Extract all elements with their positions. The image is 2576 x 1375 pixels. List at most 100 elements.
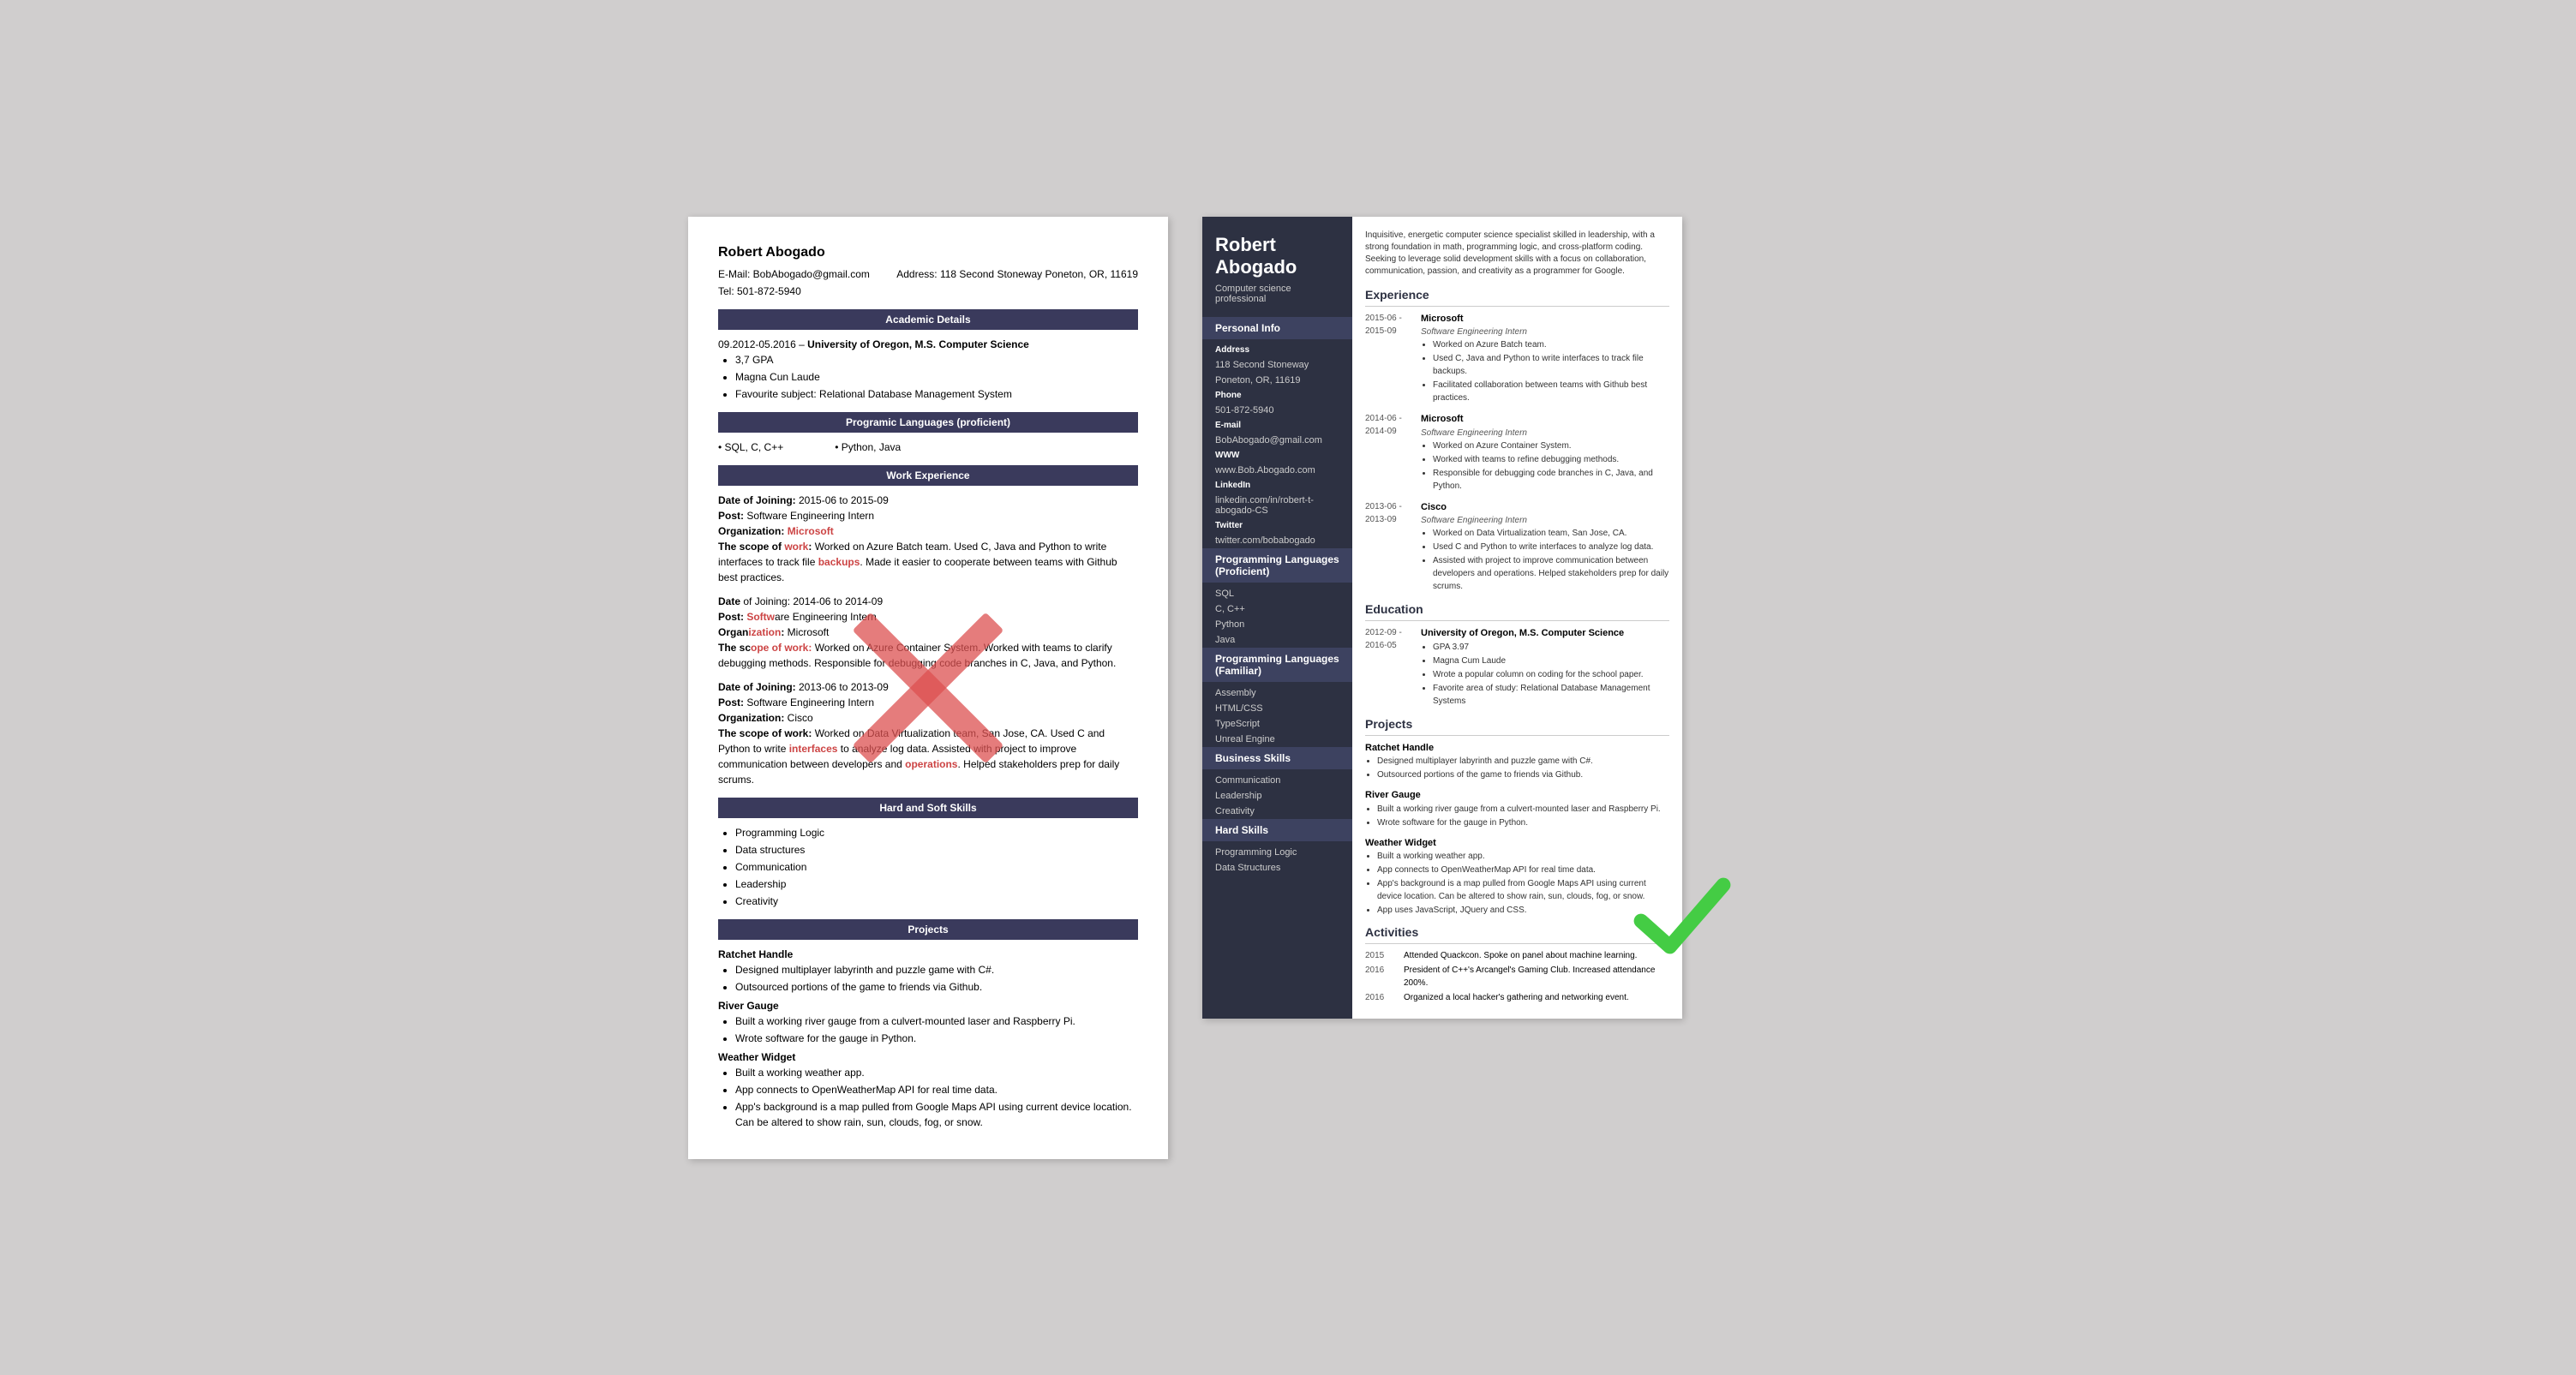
left-work-2-dates: Date of Joining: 2013-06 to 2013-09 xyxy=(718,679,1138,695)
resume-right: Robert Abogado Computer science professi… xyxy=(1202,217,1682,1019)
left-work-0-post: Post: Software Engineering Intern xyxy=(718,508,1138,523)
right-edu-title: Education xyxy=(1365,601,1669,621)
right-exp-1: 2014-06 -2014-09 Microsoft Software Engi… xyxy=(1365,412,1669,493)
right-proj-0: Ratchet Handle Designed multiplayer laby… xyxy=(1365,741,1669,782)
sidebar-prog-fam-3: Unreal Engine xyxy=(1202,732,1352,747)
sidebar-address-label: Address xyxy=(1202,343,1352,357)
left-address: Address: 118 Second Stoneway Poneton, OR… xyxy=(896,266,1138,282)
sidebar-prog-fam-0: Assembly xyxy=(1202,685,1352,701)
right-summary: Inquisitive, energetic computer science … xyxy=(1365,230,1669,278)
left-work-2-org: Organization: Cisco xyxy=(718,710,1138,726)
left-work-2: Date of Joining: 2013-06 to 2013-09 Post… xyxy=(718,679,1138,787)
left-lang-right: • Python, Java xyxy=(835,439,901,455)
right-proj-title: Projects xyxy=(1365,715,1669,736)
right-proj-2: Weather Widget Built a working weather a… xyxy=(1365,836,1669,918)
sidebar-email-val: BobAbogado@gmail.com xyxy=(1202,433,1352,448)
left-academic-dates: 09.2012-05.2016 – University of Oregon, … xyxy=(718,337,1138,352)
left-subject: Favourite subject: Relational Database M… xyxy=(735,386,1138,402)
left-projects-header: Projects xyxy=(718,919,1138,940)
sidebar-prog-fam-1: HTML/CSS xyxy=(1202,701,1352,716)
left-project-0: Ratchet Handle Designed multiplayer laby… xyxy=(718,947,1138,995)
sidebar-phone-val: 501-872-5940 xyxy=(1202,403,1352,418)
right-exp-1-dates: 2014-06 -2014-09 xyxy=(1365,412,1412,493)
left-work-1-post: Post: Software Engineering Intern xyxy=(718,609,1138,625)
right-sidebar: Robert Abogado Computer science professi… xyxy=(1202,217,1352,1019)
left-lang-left: • SQL, C, C++ xyxy=(718,439,783,455)
left-work-1-scope: The scope of work: Worked on Azure Conta… xyxy=(718,640,1138,671)
sidebar-phone-label: Phone xyxy=(1202,388,1352,403)
left-proj-2-title: Weather Widget xyxy=(718,1049,1138,1065)
right-exp-1-body: Microsoft Software Engineering Intern Wo… xyxy=(1421,412,1669,493)
sidebar-address-val: 118 Second Stoneway xyxy=(1202,357,1352,373)
sidebar-linkedin-label: LinkedIn xyxy=(1202,478,1352,493)
left-work-0: Date of Joining: 2015-06 to 2015-09 Post… xyxy=(718,493,1138,585)
left-skill-1: Data structures xyxy=(735,842,1138,858)
main-container: Robert Abogado E-Mail: BobAbogado@gmail.… xyxy=(688,217,1888,1159)
sidebar-biz-1: Leadership xyxy=(1202,788,1352,804)
left-work-1-dates: Date of Joining: 2014-06 to 2014-09 xyxy=(718,594,1138,609)
right-proj-1: River Gauge Built a working river gauge … xyxy=(1365,788,1669,829)
left-skill-3: Leadership xyxy=(735,876,1138,892)
sidebar-twitter-val: twitter.com/bobabogado xyxy=(1202,533,1352,548)
left-work-1: Date of Joining: 2014-06 to 2014-09 Post… xyxy=(718,594,1138,671)
right-exp-2: 2013-06 -2013-09 Cisco Software Engineer… xyxy=(1365,500,1669,595)
right-exp-0-dates: 2015-06 -2015-09 xyxy=(1365,312,1412,406)
right-edu-0: 2012-09 -2016-05 University of Oregon, M… xyxy=(1365,626,1669,708)
left-lang-row: • SQL, C, C++ • Python, Java xyxy=(718,439,1138,455)
left-work-0-dates: Date of Joining: 2015-06 to 2015-09 xyxy=(718,493,1138,508)
right-title: Computer science professional xyxy=(1202,284,1352,317)
sidebar-biz-0: Communication xyxy=(1202,773,1352,788)
sidebar-address-city: Poneton, OR, 11619 xyxy=(1202,373,1352,388)
sidebar-twitter-label: Twitter xyxy=(1202,518,1352,533)
right-exp-title: Experience xyxy=(1365,286,1669,307)
sidebar-email-label: E-mail xyxy=(1202,418,1352,433)
left-work-header: Work Experience xyxy=(718,465,1138,486)
sidebar-hard-0: Programming Logic xyxy=(1202,845,1352,860)
sidebar-prog-prof-label: Programming Languages (Proficient) xyxy=(1202,548,1352,583)
left-proj-0-list: Designed multiplayer labyrinth and puzzl… xyxy=(718,962,1138,995)
right-edu-0-body: University of Oregon, M.S. Computer Scie… xyxy=(1421,626,1669,708)
left-academic-list: 3,7 GPA Magna Cun Laude Favourite subjec… xyxy=(718,352,1138,402)
right-act-2: 2016 Organized a local hacker's gatherin… xyxy=(1365,991,1669,1004)
right-main: Inquisitive, energetic computer science … xyxy=(1352,217,1682,1019)
right-act-1: 2016 President of C++'s Arcangel's Gamin… xyxy=(1365,964,1669,989)
sidebar-prog-prof-3: Java xyxy=(1202,632,1352,648)
sidebar-hard-label: Hard Skills xyxy=(1202,819,1352,841)
left-skill-2: Communication xyxy=(735,859,1138,875)
sidebar-linkedin-val: linkedin.com/in/robert-t-abogado-CS xyxy=(1202,493,1352,518)
left-skill-4: Creativity xyxy=(735,894,1138,909)
resume-left: Robert Abogado E-Mail: BobAbogado@gmail.… xyxy=(688,217,1168,1159)
left-proj-0-title: Ratchet Handle xyxy=(718,947,1138,962)
right-act-0: 2015 Attended Quackcon. Spoke on panel a… xyxy=(1365,949,1669,962)
sidebar-prog-fam-label: Programming Languages (Familiar) xyxy=(1202,648,1352,682)
left-skills-header: Hard and Soft Skills xyxy=(718,798,1138,818)
sidebar-prog-prof-1: C, C++ xyxy=(1202,601,1352,617)
left-academic-header: Academic Details xyxy=(718,309,1138,330)
left-proj-2-list: Built a working weather app. App connect… xyxy=(718,1065,1138,1130)
left-skills-list: Programming Logic Data structures Commun… xyxy=(718,825,1138,909)
right-act-title: Activities xyxy=(1365,924,1669,944)
sidebar-personal-label: Personal Info xyxy=(1202,317,1352,339)
right-edu-0-dates: 2012-09 -2016-05 xyxy=(1365,626,1412,708)
left-project-1: River Gauge Built a working river gauge … xyxy=(718,998,1138,1046)
left-name: Robert Abogado xyxy=(718,242,1138,263)
sidebar-www-val: www.Bob.Abogado.com xyxy=(1202,463,1352,478)
left-lang-header: Programic Languages (proficient) xyxy=(718,412,1138,433)
sidebar-prog-prof-2: Python xyxy=(1202,617,1352,632)
left-honor: Magna Cun Laude xyxy=(735,369,1138,385)
sidebar-www-label: WWW xyxy=(1202,448,1352,463)
left-phone: Tel: 501-872-5940 xyxy=(718,284,1138,299)
right-exp-0: 2015-06 -2015-09 Microsoft Software Engi… xyxy=(1365,312,1669,406)
left-email: E-Mail: BobAbogado@gmail.com xyxy=(718,266,870,282)
left-work-2-scope: The scope of work: Worked on Data Virtua… xyxy=(718,726,1138,787)
left-project-2: Weather Widget Built a working weather a… xyxy=(718,1049,1138,1130)
left-work-1-org: Organization: Microsoft xyxy=(718,625,1138,640)
left-work-0-org: Organization: Microsoft xyxy=(718,523,1138,539)
sidebar-prog-prof-0: SQL xyxy=(1202,586,1352,601)
right-name: Robert Abogado xyxy=(1202,234,1352,284)
left-contact: E-Mail: BobAbogado@gmail.com Address: 11… xyxy=(718,266,1138,282)
sidebar-prog-fam-2: TypeScript xyxy=(1202,716,1352,732)
right-exp-2-dates: 2013-06 -2013-09 xyxy=(1365,500,1412,595)
right-exp-2-body: Cisco Software Engineering Intern Worked… xyxy=(1421,500,1669,595)
right-exp-0-body: Microsoft Software Engineering Intern Wo… xyxy=(1421,312,1669,406)
